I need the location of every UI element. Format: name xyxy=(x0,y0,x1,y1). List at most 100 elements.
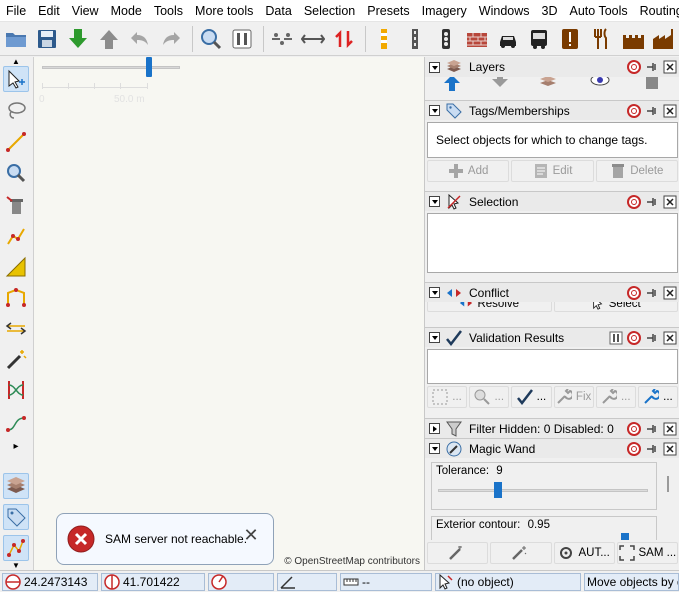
extrude-icon[interactable] xyxy=(3,285,29,311)
wand-run-button[interactable] xyxy=(427,542,489,564)
split-ways-icon[interactable] xyxy=(3,377,29,403)
collapse-toggle-icon[interactable] xyxy=(429,61,440,73)
help-lifebuoy-icon[interactable] xyxy=(626,441,642,457)
redo-icon[interactable] xyxy=(157,25,185,53)
castle-icon[interactable] xyxy=(618,25,646,53)
collapse-toggle-icon[interactable] xyxy=(429,105,440,116)
close-icon[interactable] xyxy=(662,330,678,346)
menu-edit[interactable]: Edit xyxy=(32,0,66,21)
menu-file[interactable]: File xyxy=(0,0,32,21)
selection-list[interactable] xyxy=(427,213,678,273)
menu-3d[interactable]: 3D xyxy=(536,0,564,21)
menu-view[interactable]: View xyxy=(66,0,105,21)
detach-icon[interactable] xyxy=(644,330,660,346)
menu-mode[interactable]: Mode xyxy=(105,0,148,21)
zoom-slider-knob[interactable] xyxy=(146,57,152,77)
conflict-panel-header[interactable]: Conflict xyxy=(425,282,679,302)
close-icon[interactable]: ✕ xyxy=(243,526,259,544)
menu-presets[interactable]: Presets xyxy=(361,0,415,21)
menu-selection[interactable]: Selection xyxy=(298,0,361,21)
contour-slider-knob[interactable] xyxy=(621,533,629,540)
wand-sparkle-button[interactable] xyxy=(490,542,552,564)
delete-tag-button[interactable]: Delete xyxy=(595,160,678,182)
detach-icon[interactable] xyxy=(644,103,660,119)
download-icon[interactable] xyxy=(64,25,92,53)
scroll-down-arrow-icon[interactable]: ▼ xyxy=(3,561,29,570)
magic-wand-panel-header[interactable]: Magic Wand xyxy=(425,438,679,458)
zoom-icon[interactable] xyxy=(3,160,29,186)
select-icon[interactable] xyxy=(3,66,29,92)
menu-routing[interactable]: Routing xyxy=(634,0,679,21)
collapse-toggle-icon[interactable] xyxy=(429,287,440,298)
close-icon[interactable] xyxy=(662,421,678,437)
conflict-select-button[interactable]: Select xyxy=(553,302,678,312)
tolerance-slider-track[interactable] xyxy=(438,489,648,492)
resolve-button[interactable]: Resolve xyxy=(427,302,552,312)
close-icon[interactable] xyxy=(662,59,678,75)
selection-panel-header[interactable]: Selection xyxy=(425,191,679,211)
detach-icon[interactable] xyxy=(644,441,660,457)
delete-icon[interactable] xyxy=(3,192,29,218)
validation-settings-button[interactable]: ... xyxy=(637,386,679,408)
reverse-icon[interactable] xyxy=(330,25,358,53)
upload-icon[interactable] xyxy=(95,25,123,53)
zoom-icon[interactable] xyxy=(197,25,225,53)
scroll-up-arrow-icon[interactable]: ▲ xyxy=(3,57,29,66)
expand-toggle-icon[interactable] xyxy=(429,423,440,434)
menu-data[interactable]: Data xyxy=(259,0,297,21)
close-icon[interactable] xyxy=(662,194,678,210)
lasso-icon[interactable] xyxy=(3,97,29,123)
industrial-icon[interactable] xyxy=(649,25,677,53)
barrier-icon[interactable] xyxy=(370,25,398,53)
auto-button[interactable]: AUT... xyxy=(553,542,615,564)
map-view[interactable]: 0 50.0 m © OpenStreetMap contributors xyxy=(34,57,424,570)
tolerance-slider-knob[interactable] xyxy=(494,482,502,498)
tags-panel-header[interactable]: Tags/Memberships xyxy=(425,100,679,120)
save-icon[interactable] xyxy=(33,25,61,53)
validation-zoom-button[interactable]: ... xyxy=(469,386,510,408)
relation-icon[interactable] xyxy=(3,535,29,561)
undo-icon[interactable] xyxy=(126,25,154,53)
move-down-icon[interactable] xyxy=(491,77,509,91)
hazard-icon[interactable] xyxy=(556,25,584,53)
help-lifebuoy-icon[interactable] xyxy=(626,194,642,210)
menu-auto-tools[interactable]: Auto Tools xyxy=(564,0,634,21)
improve-way-icon[interactable] xyxy=(3,223,29,249)
help-lifebuoy-icon[interactable] xyxy=(626,285,642,301)
validation-select-button[interactable]: ... xyxy=(427,386,468,408)
close-icon[interactable] xyxy=(662,285,678,301)
wall-icon[interactable] xyxy=(463,25,491,53)
collapse-toggle-icon[interactable] xyxy=(429,443,440,454)
validate-button[interactable]: ... xyxy=(511,386,552,408)
measure-icon[interactable] xyxy=(3,254,29,280)
layers-panel-header[interactable]: Layers xyxy=(425,57,679,77)
preferences-icon[interactable] xyxy=(228,25,256,53)
parallel-icon[interactable] xyxy=(3,315,29,341)
validation-list[interactable] xyxy=(427,349,678,384)
restaurant-icon[interactable] xyxy=(587,25,615,53)
panel-scrollbar[interactable] xyxy=(667,476,669,492)
detach-icon[interactable] xyxy=(644,285,660,301)
delete-layer-icon[interactable] xyxy=(643,77,661,91)
detach-icon[interactable] xyxy=(644,59,660,75)
collapse-toggle-icon[interactable] xyxy=(429,196,440,207)
add-tag-button[interactable]: Add xyxy=(427,160,510,182)
open-file-icon[interactable] xyxy=(2,25,30,53)
zoom-slider-track[interactable] xyxy=(42,66,180,69)
railway-icon[interactable] xyxy=(401,25,429,53)
help-lifebuoy-icon[interactable] xyxy=(626,421,642,437)
more-tools-arrow-icon[interactable]: ▸ xyxy=(3,439,29,453)
sam-button[interactable]: SAM ... xyxy=(616,542,678,564)
traffic-light-icon[interactable] xyxy=(432,25,460,53)
help-lifebuoy-icon[interactable] xyxy=(626,59,642,75)
move-up-icon[interactable] xyxy=(443,77,461,91)
help-lifebuoy-icon[interactable] xyxy=(626,103,642,119)
fix-button[interactable]: Fix xyxy=(553,386,594,408)
car-icon[interactable] xyxy=(494,25,522,53)
collapse-toggle-icon[interactable] xyxy=(429,332,440,343)
combine-icon[interactable] xyxy=(299,25,327,53)
menu-imagery[interactable]: Imagery xyxy=(416,0,473,21)
visibility-eye-icon[interactable] xyxy=(589,77,611,91)
tag-icon[interactable] xyxy=(3,504,29,530)
connect-icon[interactable] xyxy=(3,408,29,434)
